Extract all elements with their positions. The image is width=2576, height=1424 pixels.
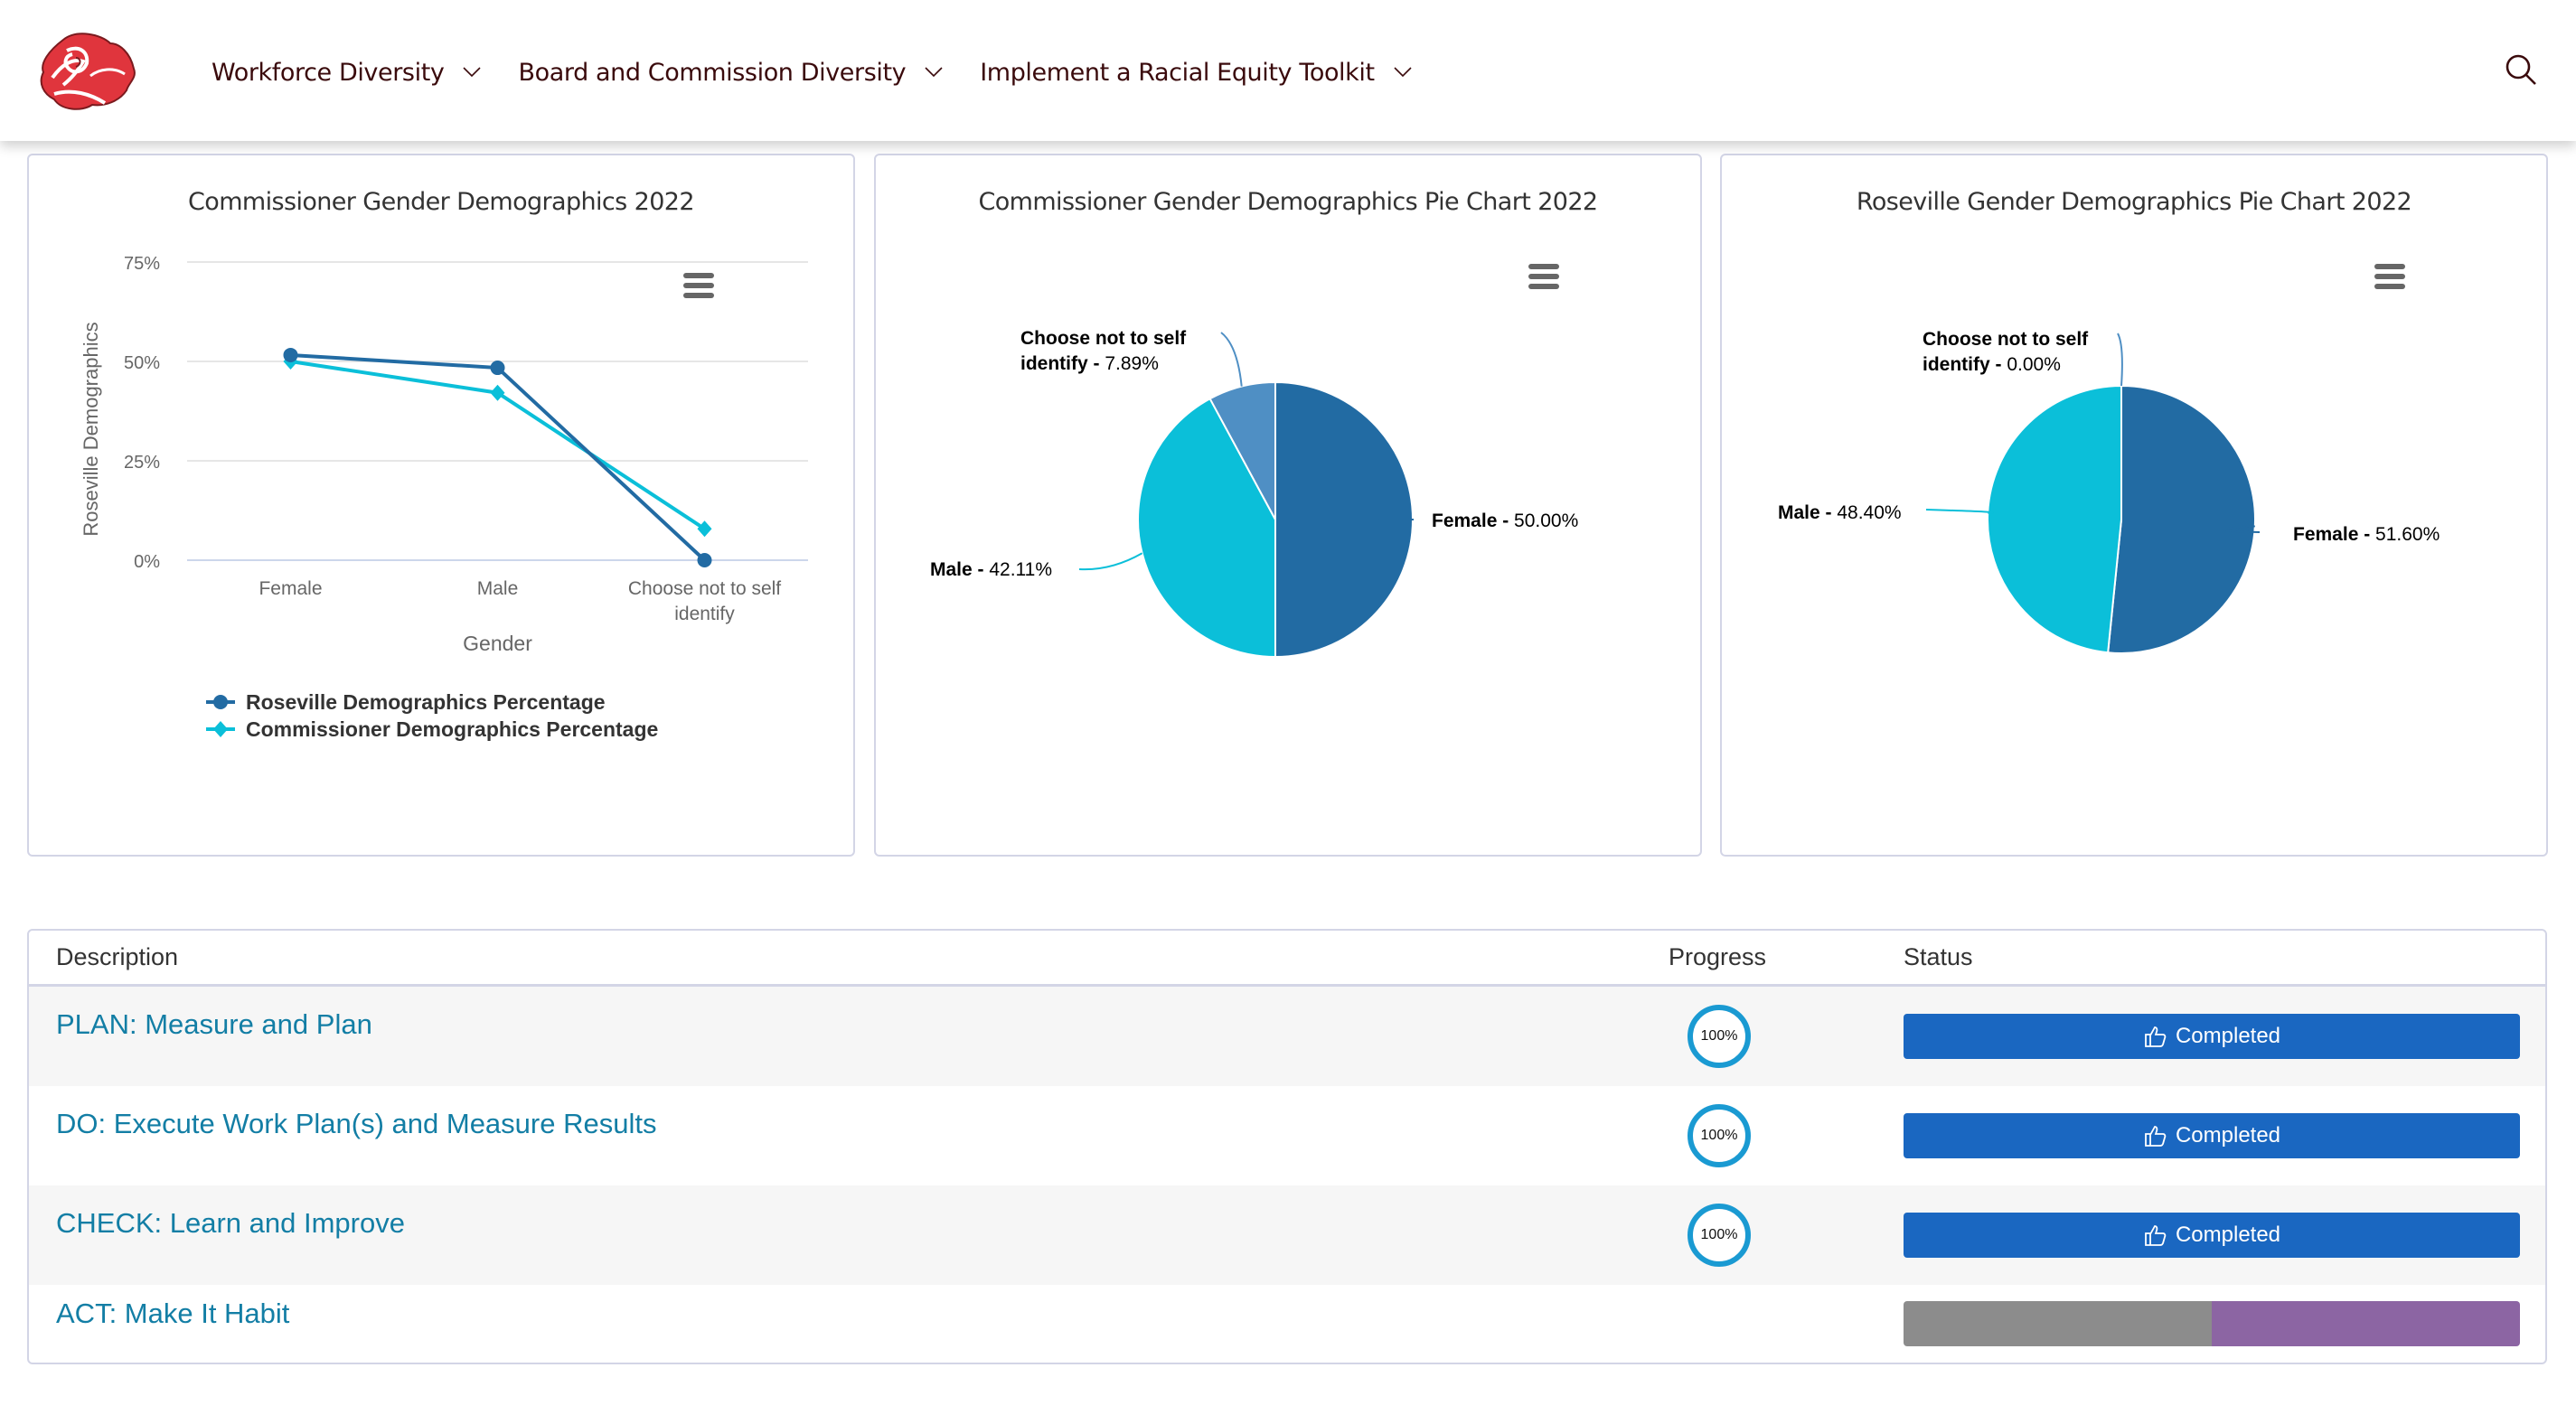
y-axis-title: Roseville Demographics <box>80 322 102 536</box>
y-tick-label: 25% <box>124 453 160 473</box>
slice-label: Choose not to self <box>1020 328 1187 349</box>
connector-line <box>2117 333 2123 387</box>
nav-label: Workforce Diversity <box>212 58 445 87</box>
status-label: Completed <box>2175 1123 2281 1148</box>
nav-workforce-diversity[interactable]: Workforce Diversity <box>212 59 482 87</box>
progress-value: 100% <box>1700 1227 1738 1242</box>
line-chart: 0% 25% 50% 75% Female Male Choose not to self i… <box>80 254 808 741</box>
pdca-table: Description Progress Status PLAN: Measur… <box>27 929 2547 1364</box>
status-completed-button[interactable]: Completed <box>1904 1213 2520 1258</box>
data-point <box>697 553 712 567</box>
legend-marker <box>213 695 228 709</box>
column-header-description: Description <box>56 943 179 970</box>
table-row: CHECK: Learn and Improve 100% Completed <box>29 1185 2545 1285</box>
roseville-pie-chart: Female - 51.60% Male - 48.40% Choose not t… <box>1778 329 2440 654</box>
slice-label: Choose not to self <box>1923 329 2089 350</box>
connector-line <box>1925 509 1994 514</box>
x-tick-label: Choose not to self <box>628 578 781 599</box>
roseville-pie-panel: Roseville Gender Demographics Pie Chart … <box>1720 154 2548 857</box>
x-tick-label: Female <box>259 578 322 599</box>
row-description-link[interactable]: ACT: Make It Habit <box>56 1298 289 1330</box>
column-header-status: Status <box>1904 943 1973 970</box>
top-header: Workforce Diversity Board and Commission… <box>0 0 2576 141</box>
connector-line <box>1078 552 1143 571</box>
legend-label: Roseville Demographics Percentage <box>246 690 606 714</box>
row-description-link[interactable]: DO: Execute Work Plan(s) and Measure Res… <box>56 1108 656 1140</box>
legend-marker <box>213 721 228 737</box>
status-completed-button[interactable]: Completed <box>1904 1014 2520 1059</box>
nav-board-commission-diversity[interactable]: Board and Commission Diversity <box>518 59 944 87</box>
table-row: PLAN: Measure and Plan 100% Completed <box>29 987 2545 1086</box>
y-tick-label: 75% <box>124 254 160 274</box>
x-tick-label: Male <box>477 578 519 599</box>
column-header-progress: Progress <box>1669 943 1767 970</box>
chevron-down-icon <box>925 67 943 78</box>
y-tick-label: 50% <box>124 353 160 373</box>
chevron-down-icon <box>1394 67 1412 78</box>
y-tick-label: 0% <box>134 552 160 572</box>
connector-line <box>1220 332 1243 387</box>
x-axis-title: Gender <box>463 632 532 655</box>
data-point <box>697 520 712 538</box>
thumbs-up-icon <box>2145 1126 2167 1147</box>
commissioner-pie-panel: Commissioner Gender Demographics Pie Cha… <box>874 154 1702 857</box>
progress-value: 100% <box>1700 1128 1738 1143</box>
x-tick-label: identify <box>674 604 735 624</box>
slice-label: identify - 7.89% <box>1020 353 1159 374</box>
slice-label: identify - 0.00% <box>1923 354 2061 375</box>
row-description-link[interactable]: PLAN: Measure and Plan <box>56 1008 372 1041</box>
nav-label: Implement a Racial Equity Toolkit <box>980 58 1375 87</box>
slice-label: Female - 50.00% <box>1432 511 1578 531</box>
status-completed-button[interactable]: Completed <box>1904 1113 2520 1158</box>
status-bar-segment-purple <box>2212 1301 2520 1346</box>
progress-ring: 100% <box>1688 1005 1751 1068</box>
table-row: ACT: Make It Habit <box>29 1285 2545 1363</box>
progress-ring: 100% <box>1688 1204 1751 1267</box>
status-label: Completed <box>2175 1223 2281 1247</box>
nav-racial-equity-toolkit[interactable]: Implement a Racial Equity Toolkit <box>980 59 1412 87</box>
thumbs-up-icon <box>2145 1225 2167 1246</box>
commissioner-pie-chart: Female - 50.00% Male - 42.11% Choose not t… <box>930 328 1578 659</box>
slice-label: Male - 48.40% <box>1778 502 1902 523</box>
slice-label: Female - 51.60% <box>2293 524 2440 545</box>
progress-value: 100% <box>1700 1028 1738 1044</box>
chevron-down-icon <box>463 67 482 78</box>
data-point <box>490 361 505 376</box>
slice-label: Male - 42.11% <box>930 559 1052 580</box>
search-button[interactable] <box>2504 52 2540 89</box>
status-label: Completed <box>2175 1024 2281 1048</box>
status-bar-segment-gray <box>1904 1301 2212 1346</box>
search-icon <box>2505 54 2536 85</box>
row-description-link[interactable]: CHECK: Learn and Improve <box>56 1207 405 1240</box>
status-split-bar[interactable] <box>1904 1301 2520 1346</box>
table-header: Description Progress Status <box>29 931 2545 987</box>
nav-label: Board and Commission Diversity <box>518 58 907 87</box>
data-point <box>283 347 298 362</box>
pie-slice <box>1987 384 2122 654</box>
table-row: DO: Execute Work Plan(s) and Measure Res… <box>29 1086 2545 1185</box>
progress-ring: 100% <box>1688 1104 1751 1167</box>
main-nav: Workforce Diversity Board and Commission… <box>212 51 1449 94</box>
rose-logo-icon[interactable] <box>36 31 140 112</box>
line-chart-panel: Commissioner Gender Demographics 2022 0%… <box>27 154 855 857</box>
legend-label: Commissioner Demographics Percentage <box>246 717 658 741</box>
thumbs-up-icon <box>2145 1026 2167 1047</box>
pie-slice <box>2107 384 2256 654</box>
data-point <box>490 384 505 401</box>
